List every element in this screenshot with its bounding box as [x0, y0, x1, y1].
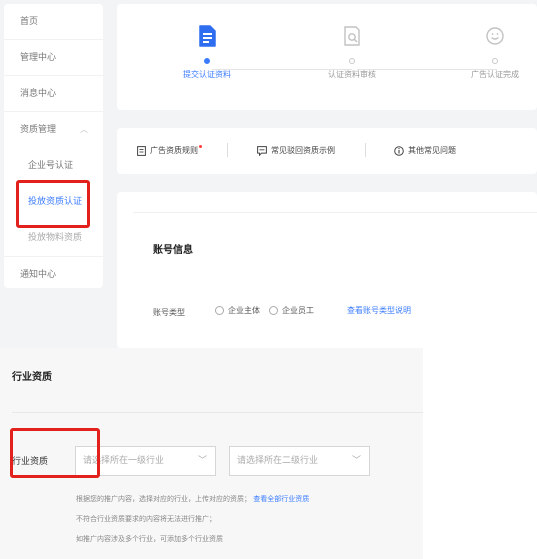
sidebar-item-notifications[interactable]: 通知中心 — [4, 256, 103, 292]
sidebar-group-qualification[interactable]: 资质管理 ︿ — [4, 112, 103, 148]
new-dot — [199, 145, 202, 148]
account-type-help-link[interactable]: 查看账号类型说明 — [347, 305, 411, 316]
sidebar-item-material-qualification[interactable]: 投放物料资质 — [4, 220, 103, 256]
industry-primary-select[interactable]: 请选择所在一级行业 ﹀ — [75, 446, 216, 476]
sidebar-group-label: 资质管理 — [20, 125, 57, 135]
account-type-label: 账号类型 — [153, 308, 185, 317]
sidebar-item-home[interactable]: 首页 — [4, 4, 103, 40]
sidebar-item-management[interactable]: 管理中心 — [4, 40, 103, 76]
document-icon — [137, 145, 146, 156]
account-info-card: 账号信息 账号类型 企业主体 企业员工 查看账号类型说明 — [117, 192, 537, 348]
divider — [365, 143, 366, 157]
section-title: 账号信息 — [153, 245, 193, 256]
progress-steps: 提交认证资料 认证资料审核 广告认证完成 — [117, 4, 537, 110]
smile-icon — [486, 27, 504, 45]
chevron-up-icon: ︿ — [80, 125, 88, 134]
step-complete: 广告认证完成 — [445, 24, 537, 80]
sidebar-item-enterprise-verify[interactable]: 企业号认证 — [4, 148, 103, 184]
select-placeholder: 请选择所在一级行业 — [83, 456, 165, 466]
sidebar-item-ad-qualification[interactable]: 投放资质认证 — [4, 184, 103, 220]
radio-circle — [269, 306, 278, 315]
radio-enterprise-employee[interactable]: 企业员工 — [269, 305, 314, 316]
step-label: 广告认证完成 — [471, 70, 519, 79]
section-title: 行业资质 — [12, 372, 52, 383]
radio-label: 企业员工 — [282, 306, 314, 315]
hint-line: 不符合行业资质要求的内容将无法进行推广； — [76, 515, 216, 523]
sidebar: 首页 管理中心 消息中心 资质管理 ︿ 企业号认证 投放资质认证 投放物料资质 … — [4, 4, 103, 288]
document-search-icon — [344, 26, 360, 46]
link-label: 其他常见问题 — [408, 146, 456, 155]
select-placeholder: 请选择所在二级行业 — [237, 456, 319, 466]
link-ad-rules[interactable]: 广告资质规则 — [137, 145, 202, 156]
step-label: 提交认证资料 — [183, 70, 231, 79]
link-rejection-examples[interactable]: 常见驳回资质示例 — [257, 145, 335, 156]
step-dot — [204, 58, 210, 64]
step-dot — [349, 58, 355, 64]
radio-enterprise-entity[interactable]: 企业主体 — [215, 305, 260, 316]
step-submit: 提交认证资料 — [157, 24, 257, 80]
blank-area — [423, 348, 537, 559]
divider — [12, 412, 423, 413]
hint-line: 根据您的推广内容，选择对应的行业，上传对应的资质； — [76, 495, 251, 503]
sidebar-item-messages[interactable]: 消息中心 — [4, 76, 103, 112]
hint-line: 如推广内容涉及多个行业，可添加多个行业资质 — [76, 535, 223, 543]
link-label: 常见驳回资质示例 — [271, 146, 335, 155]
chevron-down-icon: ﹀ — [197, 456, 207, 466]
step-review: 认证资料审核 — [302, 24, 402, 80]
industry-secondary-select[interactable]: 请选择所在二级行业 ﹀ — [229, 446, 370, 476]
all-industry-qualifications-link[interactable]: 查看全部行业资质 — [253, 495, 309, 503]
radio-label: 企业主体 — [228, 306, 260, 315]
chevron-down-icon: ﹀ — [351, 456, 361, 466]
account-info-section: 账号信息 账号类型 企业主体 企业员工 查看账号类型说明 — [133, 212, 537, 348]
hint-text: 根据您的推广内容，选择对应的行业，上传对应的资质； 查看全部行业资质 — [76, 494, 309, 504]
message-icon — [257, 145, 267, 156]
link-label: 广告资质规则 — [150, 146, 198, 155]
industry-label: 行业资质 — [12, 457, 49, 467]
help-links-bar: 广告资质规则 常见驳回资质示例 其他常见问题 — [117, 128, 537, 174]
document-icon — [199, 25, 216, 47]
industry-qualification-section: 行业资质 行业资质 请选择所在一级行业 ﹀ 请选择所在二级行业 ﹀ 根据您的推广… — [0, 348, 423, 559]
info-icon — [394, 145, 404, 156]
step-dot — [492, 58, 498, 64]
divider — [227, 143, 228, 157]
link-faq[interactable]: 其他常见问题 — [394, 145, 456, 156]
step-label: 认证资料审核 — [328, 70, 376, 79]
radio-circle — [215, 306, 224, 315]
